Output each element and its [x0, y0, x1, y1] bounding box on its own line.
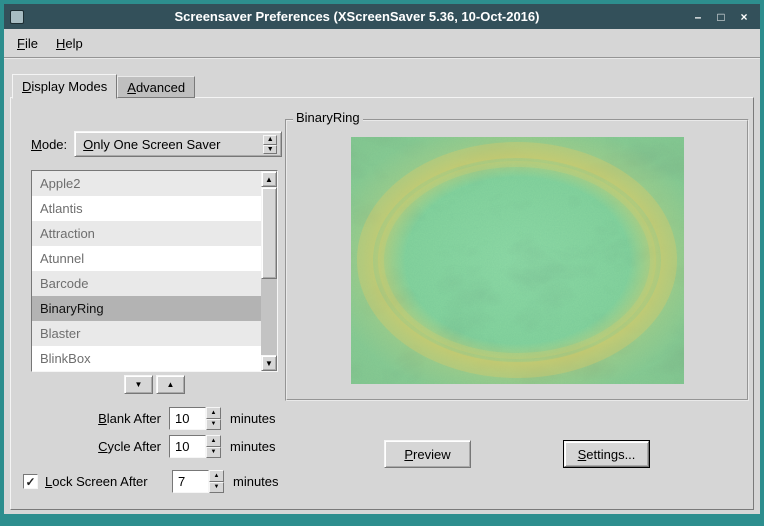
- blank-after-row: Blank After ▲ ▼ minutes: [31, 407, 276, 430]
- spin-up-icon[interactable]: ▲: [209, 470, 224, 482]
- mode-label: Mode:: [31, 137, 67, 152]
- lock-screen-label: Lock Screen After: [45, 474, 164, 489]
- list-move-buttons: ▼ ▲: [31, 375, 278, 394]
- cycle-after-input[interactable]: [169, 435, 206, 458]
- spin-down-icon[interactable]: ▼: [209, 482, 224, 494]
- titlebar[interactable]: Screensaver Preferences (XScreenSaver 5.…: [4, 4, 760, 29]
- close-icon[interactable]: ×: [736, 9, 752, 25]
- blank-after-spinbox: ▲ ▼: [169, 407, 221, 430]
- blank-after-unit: minutes: [230, 411, 276, 426]
- app-icon: [10, 10, 24, 24]
- list-item[interactable]: Atlantis: [32, 196, 261, 221]
- lock-screen-checkbox[interactable]: ✓: [23, 474, 38, 489]
- spin-up-icon[interactable]: ▲: [206, 407, 221, 419]
- menubar: File Help: [4, 29, 760, 59]
- lock-after-input[interactable]: [172, 470, 209, 493]
- move-down-button[interactable]: ▼: [124, 375, 153, 394]
- lock-screen-row: ✓ Lock Screen After ▲ ▼ minutes: [23, 470, 279, 493]
- dropdown-stepper-icon[interactable]: ▲ ▼: [263, 135, 277, 154]
- list-item[interactable]: Attraction: [32, 221, 261, 246]
- scrollbar-thumb[interactable]: [261, 187, 277, 279]
- screensaver-preferences-window: Screensaver Preferences (XScreenSaver 5.…: [4, 4, 760, 514]
- lock-after-stepper[interactable]: ▲ ▼: [209, 470, 224, 493]
- window-frame: Screensaver Preferences (XScreenSaver 5.…: [0, 0, 764, 526]
- display-modes-panel: Mode: Only One Screen Saver ▲ ▼ Apple2 A…: [10, 97, 754, 510]
- settings-button[interactable]: Settings...: [564, 441, 649, 467]
- mode-dropdown-value: Only One Screen Saver: [83, 137, 220, 152]
- mode-dropdown[interactable]: Only One Screen Saver ▲ ▼: [74, 131, 282, 157]
- binaryring-preview-image: [351, 137, 684, 384]
- list-item[interactable]: Blaster: [32, 321, 261, 346]
- tab-advanced[interactable]: Advanced: [117, 76, 195, 98]
- preview-frame-title: BinaryRing: [293, 110, 363, 125]
- lock-after-unit: minutes: [233, 474, 279, 489]
- lock-after-spinbox: ▲ ▼: [172, 470, 224, 493]
- move-up-button[interactable]: ▲: [156, 375, 185, 394]
- preview-frame-border: [285, 119, 749, 401]
- cycle-after-spinbox: ▲ ▼: [169, 435, 221, 458]
- blank-after-label: Blank After: [31, 411, 161, 426]
- preview-frame: BinaryRing: [285, 110, 749, 401]
- menu-file[interactable]: File: [8, 31, 47, 56]
- window-title: Screensaver Preferences (XScreenSaver 5.…: [24, 9, 690, 24]
- menu-help[interactable]: Help: [47, 31, 92, 56]
- blank-after-input[interactable]: [169, 407, 206, 430]
- arrow-down-icon: ▼: [135, 380, 143, 389]
- maximize-icon[interactable]: □: [713, 9, 729, 25]
- tab-strip: Display Modes Advanced: [10, 73, 754, 98]
- arrow-up-icon: ▲: [167, 380, 175, 389]
- cycle-after-row: Cycle After ▲ ▼ minutes: [31, 435, 276, 458]
- list-scrollbar[interactable]: ▲ ▼: [261, 171, 277, 371]
- list-item[interactable]: Apple2: [32, 171, 261, 196]
- chevron-down-icon: ▼: [263, 145, 277, 155]
- cycle-after-label: Cycle After: [31, 439, 161, 454]
- tab-display-modes[interactable]: Display Modes: [12, 74, 117, 99]
- spin-down-icon[interactable]: ▼: [206, 419, 221, 431]
- spin-up-icon[interactable]: ▲: [206, 435, 221, 447]
- preview-button[interactable]: Preview: [384, 440, 471, 468]
- list-item-selected[interactable]: BinaryRing: [32, 296, 261, 321]
- settings-button-label: Settings...: [578, 447, 636, 462]
- cycle-after-unit: minutes: [230, 439, 276, 454]
- blank-after-stepper[interactable]: ▲ ▼: [206, 407, 221, 430]
- cycle-after-stepper[interactable]: ▲ ▼: [206, 435, 221, 458]
- list-item[interactable]: Barcode: [32, 271, 261, 296]
- screensaver-list: Apple2 Atlantis Attraction Atunnel Barco…: [31, 170, 278, 372]
- list-item[interactable]: BlinkBox: [32, 346, 261, 371]
- mode-row: Mode: Only One Screen Saver ▲ ▼: [31, 131, 282, 157]
- notebook: Display Modes Advanced Mode: Only One Sc…: [10, 73, 754, 510]
- minimize-icon[interactable]: –: [690, 9, 706, 25]
- scroll-down-icon[interactable]: ▼: [261, 355, 277, 371]
- preview-button-label: Preview: [404, 447, 450, 462]
- screensaver-list-rows: Apple2 Atlantis Attraction Atunnel Barco…: [32, 171, 261, 371]
- chevron-up-icon: ▲: [263, 135, 277, 145]
- window-controls: – □ ×: [690, 9, 752, 25]
- scroll-up-icon[interactable]: ▲: [261, 171, 277, 187]
- spin-down-icon[interactable]: ▼: [206, 447, 221, 459]
- list-item[interactable]: Atunnel: [32, 246, 261, 271]
- checkmark-icon: ✓: [25, 475, 35, 489]
